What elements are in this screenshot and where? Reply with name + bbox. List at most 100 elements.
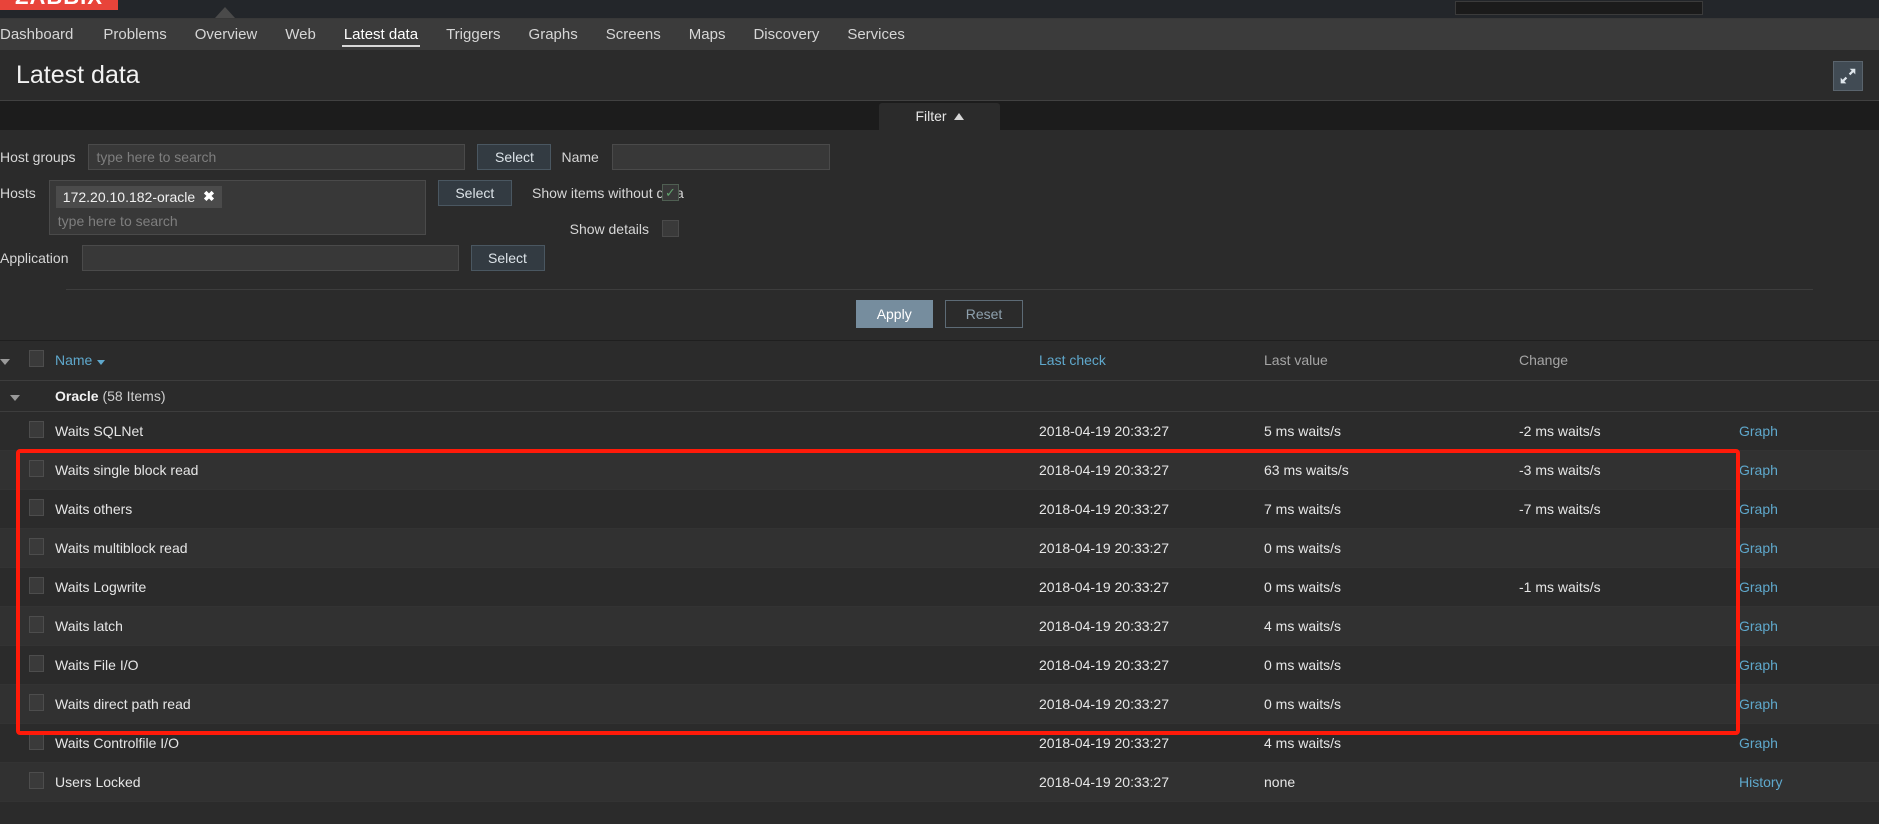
row-item-name[interactable]: Waits latch (55, 606, 1039, 646)
row-action-cell[interactable]: Graph (1739, 450, 1879, 490)
select-all-checkbox[interactable] (29, 350, 44, 367)
header-last-check[interactable]: Last check (1039, 341, 1264, 381)
row-action-link[interactable]: Graph (1739, 423, 1778, 439)
application-input[interactable] (81, 245, 459, 271)
nav-item-graphs[interactable]: Graphs (515, 19, 592, 50)
nav-item-overview[interactable]: Overview (181, 19, 272, 50)
row-spacer (0, 645, 29, 685)
row-checkbox-cell[interactable] (29, 762, 55, 802)
header-name[interactable]: Name (55, 341, 1039, 381)
nav-item-web[interactable]: Web (271, 19, 330, 50)
row-item-name[interactable]: Waits others (55, 489, 1039, 529)
collapse-all-toggle[interactable] (0, 341, 29, 381)
row-checkbox-cell[interactable] (29, 723, 55, 763)
row-checkbox[interactable] (29, 460, 44, 477)
row-action-link[interactable]: Graph (1739, 657, 1778, 673)
table-row[interactable]: Waits others 2018-04-19 20:33:27 7 ms wait… (0, 489, 1879, 529)
row-checkbox[interactable] (29, 421, 44, 438)
row-action-cell[interactable]: History (1739, 762, 1879, 802)
group-collapse-toggle[interactable] (0, 380, 29, 412)
table-row[interactable]: Waits single block read 2018-04-19 20:33:… (0, 450, 1879, 490)
row-checkbox[interactable] (29, 616, 44, 633)
hosts-search-placeholder[interactable]: type here to search (56, 211, 419, 231)
nav-item-discovery[interactable]: Discovery (739, 19, 833, 50)
row-item-name[interactable]: Waits SQLNet (55, 411, 1039, 451)
nav-item-screens[interactable]: Screens (592, 19, 675, 50)
close-icon[interactable]: ✖ (203, 188, 215, 205)
row-item-name[interactable]: Waits single block read (55, 450, 1039, 490)
row-item-name[interactable]: Waits File I/O (55, 645, 1039, 685)
show-details-checkbox[interactable] (662, 220, 679, 237)
row-checkbox[interactable] (29, 772, 44, 789)
row-action-link[interactable]: Graph (1739, 579, 1778, 595)
row-item-name[interactable]: Waits Logwrite (55, 567, 1039, 607)
row-checkbox-cell[interactable] (29, 489, 55, 529)
name-input[interactable] (611, 144, 830, 170)
row-action-link[interactable]: Graph (1739, 501, 1778, 517)
row-checkbox-cell[interactable] (29, 450, 55, 490)
row-action-link[interactable]: History (1739, 774, 1783, 790)
row-checkbox[interactable] (29, 733, 44, 750)
table-row[interactable]: Waits latch 2018-04-19 20:33:27 4 ms waits… (0, 606, 1879, 646)
nav-item-dashboard[interactable]: Dashboard (0, 19, 89, 50)
chevron-down-icon[interactable] (9, 395, 20, 401)
row-action-link[interactable]: Graph (1739, 696, 1778, 712)
row-checkbox-cell[interactable] (29, 606, 55, 646)
row-checkbox-cell[interactable] (29, 567, 55, 607)
row-action-cell[interactable]: Graph (1739, 606, 1879, 646)
row-spacer (0, 489, 29, 529)
row-action-cell[interactable]: Graph (1739, 489, 1879, 529)
hosts-multiselect[interactable]: 172.20.10.182-oracle ✖ type here to sear… (48, 180, 426, 235)
row-item-name[interactable]: Waits Controlfile I/O (55, 723, 1039, 763)
row-checkbox-cell[interactable] (29, 411, 55, 451)
zabbix-logo[interactable]: ZABBIX (0, 0, 118, 10)
select-all-header[interactable] (29, 341, 55, 381)
table-group-row[interactable]: Oracle (58 Items) (0, 380, 1879, 412)
table-row[interactable]: Waits direct path read 2018-04-19 20:33:2… (0, 684, 1879, 724)
row-action-link[interactable]: Graph (1739, 462, 1778, 478)
row-checkbox[interactable] (29, 694, 44, 711)
row-checkbox[interactable] (29, 538, 44, 555)
row-action-link[interactable]: Graph (1739, 735, 1778, 751)
nav-item-maps[interactable]: Maps (675, 19, 740, 50)
chevron-down-icon[interactable] (0, 359, 10, 365)
row-action-cell[interactable]: Graph (1739, 684, 1879, 724)
show-items-without-data-checkbox[interactable]: ✓ (662, 184, 679, 201)
row-action-cell[interactable]: Graph (1739, 567, 1879, 607)
filter-row-host-groups: Host groups Select (0, 144, 552, 170)
row-action-cell[interactable]: Graph (1739, 723, 1879, 763)
row-checkbox[interactable] (29, 655, 44, 672)
host-chip[interactable]: 172.20.10.182-oracle ✖ (55, 186, 222, 208)
row-checkbox-cell[interactable] (29, 684, 55, 724)
row-action-cell[interactable]: Graph (1739, 411, 1879, 451)
tab-filter[interactable]: Filter (879, 103, 1000, 130)
nav-item-latest-data[interactable]: Latest data (330, 19, 432, 50)
table-row[interactable]: Waits Controlfile I/O 2018-04-19 20:33:27… (0, 723, 1879, 763)
filter-row-hosts: Hosts 172.20.10.182-oracle ✖ type here t… (0, 180, 512, 235)
host-groups-input[interactable] (88, 144, 466, 170)
row-action-link[interactable]: Graph (1739, 540, 1778, 556)
table-row[interactable]: Waits Logwrite 2018-04-19 20:33:27 0 ms wa… (0, 567, 1879, 607)
row-action-link[interactable]: Graph (1739, 618, 1778, 634)
nav-item-triggers[interactable]: Triggers (432, 19, 514, 50)
row-checkbox-cell[interactable] (29, 528, 55, 568)
expand-arrows-icon[interactable] (1833, 60, 1863, 91)
row-item-name[interactable]: Waits direct path read (55, 684, 1039, 724)
table-row[interactable]: Users Locked 2018-04-19 20:33:27 none Histo… (0, 762, 1879, 802)
nav-item-problems[interactable]: Problems (89, 19, 180, 50)
table-row[interactable]: Waits multiblock read 2018-04-19 20:33:27… (0, 528, 1879, 568)
row-spacer (0, 684, 29, 724)
table-row[interactable]: Waits SQLNet 2018-04-19 20:33:27 5 ms wait… (0, 411, 1879, 451)
table-row[interactable]: Waits File I/O 2018-04-19 20:33:27 0 ms wa… (0, 645, 1879, 685)
row-item-name[interactable]: Waits multiblock read (55, 528, 1039, 568)
global-search-input[interactable] (1455, 1, 1703, 15)
reset-button[interactable]: Reset (944, 300, 1024, 328)
row-checkbox[interactable] (29, 499, 44, 516)
row-checkbox-cell[interactable] (29, 645, 55, 685)
nav-item-services[interactable]: Services (833, 19, 919, 50)
row-checkbox[interactable] (29, 577, 44, 594)
row-action-cell[interactable]: Graph (1739, 528, 1879, 568)
row-item-name[interactable]: Users Locked (55, 762, 1039, 802)
row-action-cell[interactable]: Graph (1739, 645, 1879, 685)
apply-button[interactable]: Apply (855, 300, 933, 328)
